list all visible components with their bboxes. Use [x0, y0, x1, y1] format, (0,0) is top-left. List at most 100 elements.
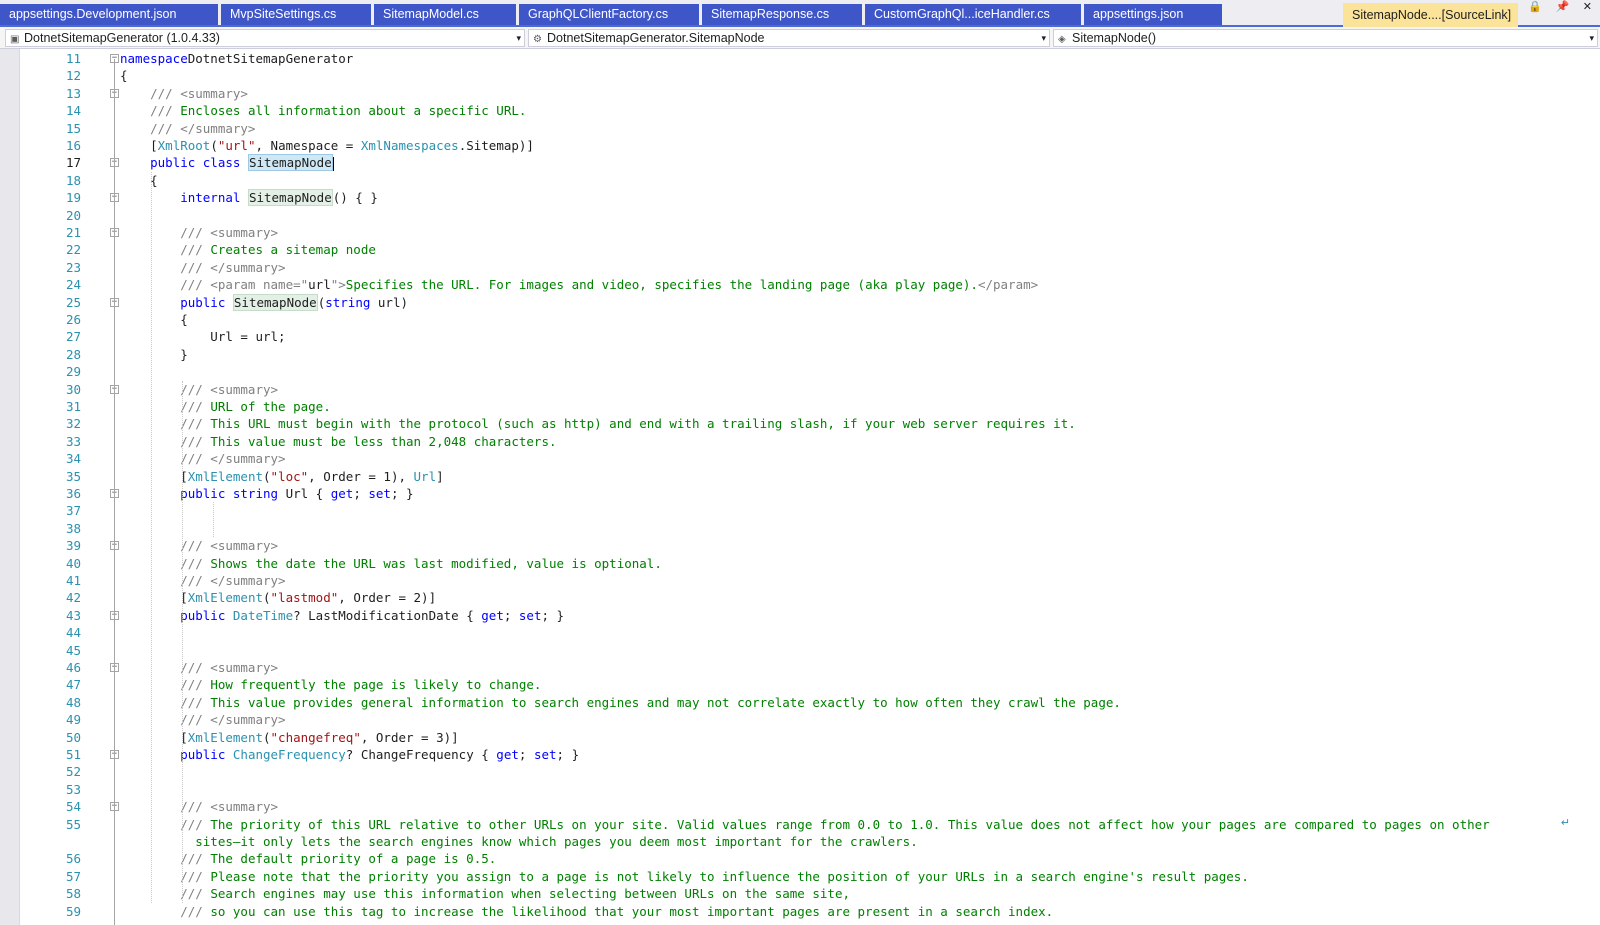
code-editor[interactable]: 11−namespaceDotnetSitemapGenerator12 {13−… — [0, 49, 1600, 925]
code-text: /// Encloses all information about a spe… — [120, 102, 526, 119]
code-line[interactable]: 39− /// <summary> — [0, 537, 1600, 554]
code-token: /// <param name=" — [120, 277, 309, 293]
line-number: 53 — [65, 781, 81, 797]
code-text: sites—it only lets the search engines kn… — [120, 833, 917, 850]
code-line[interactable]: 29 — [0, 363, 1600, 380]
code-token: /// — [120, 103, 181, 119]
tab-0[interactable]: appsettings.Development.json — [0, 4, 218, 25]
tab-1[interactable]: MvpSiteSettings.cs — [221, 4, 371, 25]
lock-icon[interactable]: 🔒 — [1528, 0, 1542, 13]
code-line[interactable]: 15 /// </summary> — [0, 120, 1600, 137]
code-text: /// <summary> — [120, 537, 278, 554]
line-number: 31 — [65, 399, 81, 414]
code-line[interactable]: 20 — [0, 207, 1600, 224]
code-line[interactable]: 23 /// </summary> — [0, 259, 1600, 276]
line-number: 11 — [65, 51, 81, 66]
navigation-bar: ▣ DotnetSitemapGenerator (1.0.4.33) ▾ ⚙ Do… — [0, 27, 1600, 49]
code-line[interactable]: 41 /// </summary> — [0, 572, 1600, 589]
code-token: ] — [436, 468, 444, 484]
code-line[interactable]: 34 /// </summary> — [0, 450, 1600, 467]
member-dropdown[interactable]: ◈ SitemapNode() ▾ — [1053, 29, 1598, 47]
code-line[interactable]: sites—it only lets the search engines kn… — [0, 833, 1600, 850]
document-tab-strip: 🔒 📌 ✕ appsettings.Development.json MvpSit… — [0, 0, 1600, 27]
code-token: /// — [120, 851, 211, 867]
code-line[interactable]: 19− internal SitemapNode() { } — [0, 189, 1600, 207]
code-line[interactable]: 31 /// URL of the page. — [0, 398, 1600, 415]
code-text: /// The priority of this URL relative to… — [120, 816, 1489, 833]
tab-3[interactable]: GraphQLClientFactory.cs — [519, 4, 699, 25]
tab-4[interactable]: SitemapResponse.cs — [702, 4, 862, 25]
code-line[interactable]: 47 /// How frequently the page is likely… — [0, 676, 1600, 693]
code-line[interactable]: 58 /// Search engines may use this infor… — [0, 885, 1600, 902]
close-icon[interactable]: ✕ — [1583, 0, 1592, 13]
tab-7[interactable]: SitemapNode....[SourceLink] — [1343, 3, 1518, 27]
code-line[interactable]: 14 /// Encloses all information about a … — [0, 102, 1600, 119]
chevron-down-icon: ▾ — [1041, 33, 1046, 43]
code-line[interactable]: 50 [XmlElement("changefreq", Order = 3)] — [0, 729, 1600, 746]
code-line[interactable]: 44 — [0, 624, 1600, 641]
code-line[interactable]: 54− /// <summary> — [0, 798, 1600, 815]
code-line[interactable]: 36− public string Url { get; set; } — [0, 485, 1600, 502]
line-number: 55 — [65, 816, 81, 832]
code-line[interactable]: 28 } — [0, 346, 1600, 363]
code-line[interactable]: 43− public DateTime? LastModificationDat… — [0, 607, 1600, 624]
code-token: , Order = 1), — [308, 468, 414, 484]
line-number: 23 — [65, 259, 81, 275]
code-line[interactable]: 17− public class SitemapNode — [0, 154, 1600, 172]
code-token: public string — [120, 486, 286, 501]
code-line[interactable]: 52 — [0, 763, 1600, 780]
code-line[interactable]: 16 [XmlRoot("url", Namespace = XmlNamesp… — [0, 137, 1600, 154]
code-text: /// </summary> — [120, 572, 285, 589]
code-line[interactable]: 59 /// so you can use this tag to increa… — [0, 903, 1600, 920]
code-token: XmlNamespaces — [360, 138, 459, 153]
code-line[interactable]: 21− /// <summary> — [0, 224, 1600, 241]
code-token: ( — [263, 468, 271, 484]
line-number: 33 — [65, 433, 81, 449]
code-token: /// </summary> — [120, 451, 286, 467]
code-line[interactable]: 11− namespaceDotnetSitemapGenerator — [0, 50, 1600, 67]
line-number: 41 — [65, 573, 81, 588]
code-token: ( — [263, 729, 271, 745]
code-line[interactable]: 38 — [0, 520, 1600, 537]
line-number: 18 — [65, 172, 81, 188]
code-line[interactable]: 53 — [0, 781, 1600, 798]
code-text: { — [120, 67, 128, 84]
line-number: 40 — [65, 555, 81, 571]
code-line[interactable]: 26 { — [0, 311, 1600, 328]
code-token: /// — [120, 886, 211, 902]
code-line[interactable]: 12 { — [0, 67, 1600, 84]
code-line[interactable]: 33 /// This value must be less than 2,04… — [0, 433, 1600, 450]
code-line[interactable]: 27 Url = url; — [0, 328, 1600, 345]
code-line[interactable]: 13− /// <summary> — [0, 85, 1600, 102]
code-line[interactable]: 48 /// This value provides general infor… — [0, 694, 1600, 711]
code-line[interactable]: 46− /// <summary> — [0, 659, 1600, 676]
code-line[interactable]: 51− public ChangeFrequency? ChangeFreque… — [0, 746, 1600, 763]
code-line[interactable]: 25− public SitemapNode(string url) — [0, 293, 1600, 311]
code-token: Shows the date the URL was last modified… — [210, 555, 662, 571]
code-line[interactable]: 30− /// <summary> — [0, 381, 1600, 398]
type-dropdown[interactable]: ⚙ DotnetSitemapGenerator.SitemapNode ▾ — [528, 29, 1050, 47]
tab-5[interactable]: CustomGraphQl...iceHandler.cs — [865, 4, 1081, 25]
line-number: 47 — [65, 677, 81, 693]
code-line[interactable]: 56 /// The default priority of a page is… — [0, 850, 1600, 867]
code-line[interactable]: 55 /// The priority of this URL relative… — [0, 816, 1600, 833]
code-line[interactable]: 42 [XmlElement("lastmod", Order = 2)] — [0, 589, 1600, 606]
code-token: [ — [120, 590, 188, 606]
code-line[interactable]: 35 [XmlElement("loc", Order = 1), Url] — [0, 468, 1600, 485]
pin-icon[interactable]: 📌 — [1556, 0, 1570, 13]
code-line[interactable]: 32 /// This URL must begin with the prot… — [0, 415, 1600, 432]
tab-2[interactable]: SitemapModel.cs — [374, 4, 516, 25]
code-line[interactable]: 22 /// Creates a sitemap node — [0, 241, 1600, 258]
tab-6[interactable]: appsettings.json — [1084, 4, 1222, 25]
code-line[interactable]: 37 — [0, 502, 1600, 519]
code-line[interactable]: 40 /// Shows the date the URL was last m… — [0, 555, 1600, 572]
code-line[interactable]: 49 /// </summary> — [0, 711, 1600, 728]
code-text: public SitemapNode(string url) — [120, 293, 408, 311]
line-number: 35 — [65, 468, 81, 484]
line-number: 13 — [65, 85, 81, 101]
code-line[interactable]: 45 — [0, 642, 1600, 659]
code-line[interactable]: 57 /// Please note that the priority you… — [0, 868, 1600, 885]
code-line[interactable]: 18 { — [0, 172, 1600, 189]
code-line[interactable]: 24 /// <param name="url">Specifies the U… — [0, 276, 1600, 293]
project-dropdown[interactable]: ▣ DotnetSitemapGenerator (1.0.4.33) ▾ — [5, 29, 525, 47]
